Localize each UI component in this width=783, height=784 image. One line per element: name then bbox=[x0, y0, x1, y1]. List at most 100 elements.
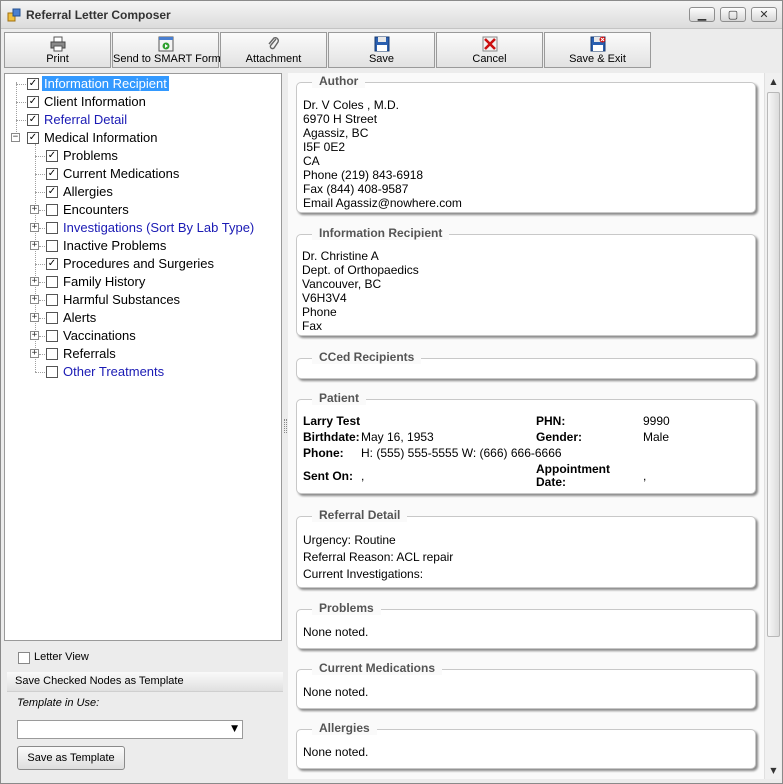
node-label[interactable]: Referrals bbox=[61, 346, 118, 361]
author-line: Email Agassiz@nowhere.com bbox=[303, 196, 462, 210]
phn-label: PHN: bbox=[536, 414, 566, 428]
title-bar: Referral Letter Composer ▁ ▢ ✕ bbox=[1, 1, 782, 29]
node-checkbox[interactable]: ✓ bbox=[46, 258, 58, 270]
save-as-template-button[interactable]: Save as Template bbox=[17, 746, 125, 770]
problems-text-wrap: None noted. bbox=[303, 625, 368, 639]
scroll-down-arrow-icon[interactable]: ▼ bbox=[765, 762, 782, 779]
node-label[interactable]: Information Recipient bbox=[42, 76, 169, 91]
cancel-icon bbox=[482, 36, 497, 52]
node-checkbox[interactable]: ✓ bbox=[27, 78, 39, 90]
attachment-button[interactable]: Attachment bbox=[220, 32, 327, 68]
tree-expand-toggle[interactable]: + bbox=[30, 223, 39, 232]
node-label[interactable]: Allergies bbox=[61, 184, 115, 199]
print-button[interactable]: Print bbox=[4, 32, 111, 68]
patient-name: Larry Test bbox=[303, 414, 361, 428]
node-checkbox[interactable]: ✓ bbox=[46, 186, 58, 198]
template-select[interactable]: ▼ bbox=[17, 720, 243, 739]
node-label[interactable]: Alerts bbox=[61, 310, 98, 325]
medications-text: None noted. bbox=[303, 685, 369, 699]
allergies-text: None noted. bbox=[303, 745, 369, 759]
node-checkbox[interactable]: ✓ bbox=[46, 150, 58, 162]
send-to-smart-form-label: Send to SMART Form bbox=[113, 53, 221, 65]
node-checkbox[interactable] bbox=[46, 204, 58, 216]
template-in-use-label: Template in Use: bbox=[17, 697, 100, 709]
recipient-line: Vancouver, BC bbox=[302, 277, 382, 291]
node-checkbox[interactable] bbox=[46, 366, 58, 378]
node-label[interactable]: Inactive Problems bbox=[61, 238, 168, 253]
patient-section: Patient Larry Test Birthdate: May 16, 19… bbox=[296, 391, 756, 494]
node-label[interactable]: Encounters bbox=[61, 202, 131, 217]
maximize-button[interactable]: ▢ bbox=[720, 7, 746, 22]
tree-expand-toggle[interactable]: + bbox=[30, 277, 39, 286]
sent-on-label: Sent On: bbox=[303, 469, 353, 483]
tree-expand-toggle[interactable]: + bbox=[30, 349, 39, 358]
paperclip-icon bbox=[267, 37, 279, 50]
sent-on-value: , bbox=[361, 469, 365, 483]
phone-label: Phone: bbox=[303, 446, 344, 460]
node-checkbox[interactable] bbox=[46, 348, 58, 360]
node-checkbox[interactable]: ✓ bbox=[27, 114, 39, 126]
referral-detail-section: Referral Detail Urgency: Routine Referra… bbox=[296, 508, 756, 588]
node-label[interactable]: Other Treatments bbox=[61, 364, 166, 379]
birthdate-label: Birthdate: bbox=[303, 430, 360, 444]
save-button[interactable]: Save bbox=[328, 32, 435, 68]
send-to-smart-form-button[interactable]: Send to SMART Form bbox=[112, 32, 221, 68]
node-label[interactable]: Problems bbox=[61, 148, 120, 163]
recipient-section-title: Information Recipient bbox=[312, 226, 450, 240]
node-checkbox[interactable]: ✓ bbox=[27, 96, 39, 108]
node-checkbox[interactable] bbox=[46, 276, 58, 288]
appointment-value: , bbox=[643, 469, 647, 483]
node-label[interactable]: Referral Detail bbox=[42, 112, 129, 127]
tree-collapse-toggle[interactable]: − bbox=[11, 133, 20, 142]
node-label[interactable]: Current Medications bbox=[61, 166, 181, 181]
tree-expand-toggle[interactable]: + bbox=[30, 313, 39, 322]
print-label: Print bbox=[46, 53, 69, 65]
recipient-lines: Dr. Christine A Dept. of Orthopaedics Va… bbox=[302, 249, 419, 333]
floppy-disk-icon bbox=[374, 36, 389, 52]
save-and-exit-button[interactable]: Save & Exit bbox=[544, 32, 651, 68]
tree-expand-toggle[interactable]: + bbox=[30, 205, 39, 214]
node-checkbox[interactable]: ✓ bbox=[27, 132, 39, 144]
node-checkbox[interactable] bbox=[46, 330, 58, 342]
node-label[interactable]: Procedures and Surgeries bbox=[61, 256, 216, 271]
author-line: Dr. V Coles , M.D. bbox=[303, 98, 400, 112]
dropdown-arrow-icon[interactable]: ▼ bbox=[231, 724, 238, 734]
vertical-scrollbar[interactable]: ▲ ▼ bbox=[764, 73, 781, 779]
minimize-button[interactable]: ▁ bbox=[689, 7, 715, 22]
referral-section-title: Referral Detail bbox=[312, 508, 408, 522]
letter-view-checkbox[interactable] bbox=[18, 652, 30, 664]
scroll-up-arrow-icon[interactable]: ▲ bbox=[765, 73, 782, 90]
node-checkbox[interactable] bbox=[46, 294, 58, 306]
node-checkbox[interactable] bbox=[46, 222, 58, 234]
scrollbar-thumb[interactable] bbox=[767, 92, 780, 637]
node-label[interactable]: Client Information bbox=[42, 94, 148, 109]
author-line: Fax (844) 408-9587 bbox=[303, 182, 409, 196]
splitter-grip[interactable] bbox=[284, 419, 287, 433]
node-checkbox[interactable] bbox=[46, 312, 58, 324]
patient-section-title: Patient bbox=[312, 391, 367, 405]
node-checkbox[interactable]: ✓ bbox=[46, 168, 58, 180]
current-medications-section: Current Medications None noted. bbox=[296, 661, 756, 709]
node-checkbox[interactable] bbox=[46, 240, 58, 252]
node-label[interactable]: Investigations (Sort By Lab Type) bbox=[61, 220, 256, 235]
cancel-button[interactable]: Cancel bbox=[436, 32, 543, 68]
window-title: Referral Letter Composer bbox=[26, 8, 171, 22]
node-label[interactable]: Harmful Substances bbox=[61, 292, 182, 307]
recipient-line: Dept. of Orthopaedics bbox=[302, 263, 419, 277]
referral-line: Current Investigations: bbox=[303, 567, 424, 581]
node-label[interactable]: Family History bbox=[61, 274, 147, 289]
node-label[interactable]: Vaccinations bbox=[61, 328, 138, 343]
tree-expand-toggle[interactable]: + bbox=[30, 241, 39, 250]
appointment-label-line1: Appointment bbox=[536, 462, 610, 476]
close-button[interactable]: ✕ bbox=[751, 7, 777, 22]
node-label[interactable]: Medical Information bbox=[42, 130, 159, 145]
allergies-section-title: Allergies bbox=[312, 721, 377, 735]
phn-value: 9990 bbox=[643, 414, 670, 428]
printer-icon bbox=[50, 36, 65, 52]
medications-text-wrap: None noted. bbox=[303, 685, 368, 699]
app-icon bbox=[7, 8, 21, 22]
tree-expand-toggle[interactable]: + bbox=[30, 295, 39, 304]
medications-section-title: Current Medications bbox=[312, 661, 443, 675]
recipient-section: Information Recipient Dr. Christine A De… bbox=[296, 226, 756, 336]
tree-expand-toggle[interactable]: + bbox=[30, 331, 39, 340]
